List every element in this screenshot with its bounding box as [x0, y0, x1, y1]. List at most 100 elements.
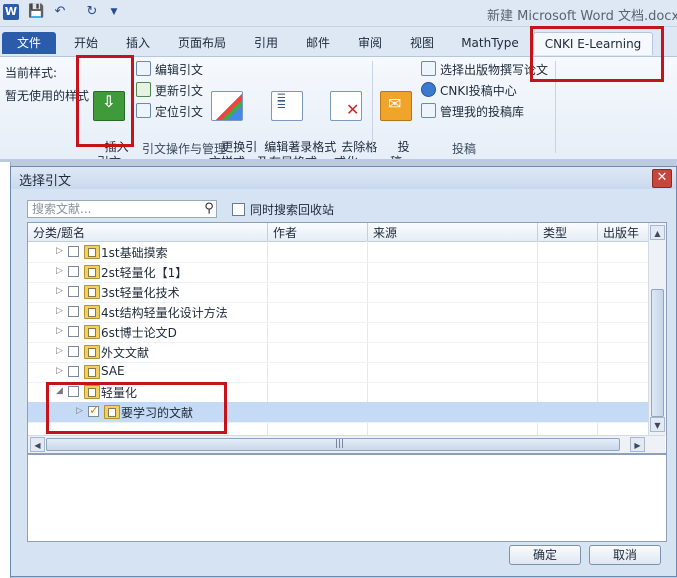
folder-icon: [84, 305, 100, 319]
folder-icon: [84, 365, 100, 379]
quick-access-customize-icon[interactable]: ▼: [106, 4, 122, 20]
expand-arrow-icon[interactable]: ▷: [56, 266, 64, 276]
manage-submissions-icon: [421, 103, 436, 118]
tab-view[interactable]: 视图: [402, 32, 442, 54]
search-recycle-bin-label: 同时搜索回收站: [250, 203, 335, 217]
scroll-left-arrow-icon[interactable]: ◀: [30, 437, 45, 452]
scroll-grip-icon: |||: [335, 439, 345, 449]
row-label: 外文文献: [101, 346, 150, 360]
tree-row[interactable]: ▷ 3st轻量化技术: [28, 282, 648, 303]
tab-mailings[interactable]: 邮件: [298, 32, 338, 54]
scroll-right-arrow-icon[interactable]: ▶: [630, 437, 645, 452]
edit-bibliography-format-icon: ☰ ☰: [271, 91, 303, 121]
column-header-title[interactable]: 分类/题名: [33, 224, 85, 241]
row-label: 3st轻量化技术: [101, 286, 180, 300]
cancel-button[interactable]: 取消: [589, 545, 661, 565]
tree-row[interactable]: ▷ 4st结构轻量化设计方法: [28, 302, 648, 323]
row-checkbox[interactable]: [68, 246, 79, 257]
tab-home[interactable]: 开始: [66, 32, 106, 54]
tree-row[interactable]: ▷ SAE: [28, 362, 648, 383]
locate-citation-label: 定位引文: [155, 105, 204, 119]
expand-arrow-icon[interactable]: ▷: [56, 366, 64, 376]
row-checkbox[interactable]: [68, 286, 79, 297]
tab-file[interactable]: 文件: [2, 32, 56, 54]
annotation-box-cnki-tab: [530, 26, 664, 82]
search-recycle-bin-checkbox[interactable]: [232, 203, 245, 216]
ribbon-group-separator: [372, 61, 373, 153]
select-journal-button[interactable]: 选择出版物撰写论文: [421, 61, 548, 79]
horizontal-scrollbar[interactable]: ◀ ||| ▶: [28, 435, 665, 453]
edit-citation-button[interactable]: 编辑引文: [136, 61, 203, 79]
row-label: 1st基础摸索: [101, 246, 168, 260]
row-label: 2st轻量化【1】: [101, 266, 188, 280]
manage-submissions-label: 管理我的投稿库: [440, 105, 525, 119]
tab-page-layout[interactable]: 页面布局: [170, 32, 234, 54]
expand-arrow-icon[interactable]: ▷: [56, 326, 64, 336]
column-divider: [267, 223, 268, 241]
tree-row[interactable]: ▷ 2st轻量化【1】: [28, 262, 648, 283]
scroll-up-arrow-icon[interactable]: ▲: [650, 225, 665, 240]
remove-formatting-icon: ✕: [330, 91, 362, 121]
expand-arrow-icon[interactable]: ▷: [56, 286, 64, 296]
search-icon[interactable]: ⚲: [201, 201, 217, 217]
tab-insert[interactable]: 插入: [118, 32, 158, 54]
manage-submissions-button[interactable]: 管理我的投稿库: [421, 103, 524, 121]
select-citation-dialog: 选择引文 ✕ ⚲ 同时搜索回收站 分类/题名 作者 来源 类型 出版年 ▷ 1st…: [10, 166, 677, 577]
citation-group-label: 引文操作与管理: [142, 142, 227, 156]
locate-citation-button[interactable]: 定位引文: [136, 103, 203, 121]
tree-row[interactable]: ▷ 外文文献: [28, 342, 648, 363]
row-checkbox[interactable]: [68, 326, 79, 337]
expand-arrow-icon[interactable]: ▷: [56, 246, 64, 256]
folder-icon: [84, 265, 100, 279]
search-input[interactable]: [27, 200, 217, 218]
tab-review[interactable]: 审阅: [350, 32, 390, 54]
table-header: 分类/题名 作者 来源 类型 出版年: [28, 223, 648, 242]
update-citation-icon: [136, 82, 151, 97]
row-checkbox[interactable]: [68, 366, 79, 377]
row-label: SAE: [101, 364, 125, 378]
document-title: 新建 Microsoft Word 文档.docx: [487, 9, 677, 24]
vertical-scroll-thumb[interactable]: [651, 289, 664, 417]
word-app-icon[interactable]: W: [3, 4, 19, 20]
folder-icon: [84, 285, 100, 299]
row-checkbox[interactable]: [68, 266, 79, 277]
tree-row[interactable]: ▷ 6st博士论文D: [28, 322, 648, 343]
column-divider: [537, 223, 538, 241]
column-header-year[interactable]: 出版年: [603, 224, 639, 241]
change-style-icon: [211, 91, 243, 121]
undo-icon[interactable]: ↶: [52, 4, 68, 20]
tab-mathtype[interactable]: MathType: [454, 32, 526, 54]
row-checkbox[interactable]: [68, 346, 79, 357]
folder-icon: [84, 245, 100, 259]
dialog-title: 选择引文: [19, 174, 72, 189]
tree-row[interactable]: ▷ 1st基础摸索: [28, 242, 648, 263]
edit-citation-label: 编辑引文: [155, 63, 204, 77]
horizontal-scroll-thumb[interactable]: |||: [46, 438, 620, 451]
column-header-author[interactable]: 作者: [273, 224, 297, 241]
row-label: 6st博士论文D: [101, 326, 177, 340]
folder-icon: [84, 325, 100, 339]
scroll-down-arrow-icon[interactable]: ▼: [650, 417, 665, 432]
locate-citation-icon: [136, 103, 151, 118]
annotation-box-selected-folder: [46, 382, 227, 434]
close-icon[interactable]: ✕: [652, 169, 672, 188]
annotation-box-insert-citation: [76, 55, 134, 147]
row-checkbox[interactable]: [68, 306, 79, 317]
envelope-icon: ✉: [380, 91, 412, 121]
save-icon[interactable]: 💾: [28, 4, 44, 20]
ok-button[interactable]: 确定: [509, 545, 581, 565]
vertical-scrollbar[interactable]: ▲ ▼: [648, 223, 666, 435]
cnki-submission-center-button[interactable]: CNKI投稿中心: [421, 82, 517, 100]
cnki-submission-center-label: CNKI投稿中心: [440, 84, 517, 98]
column-header-type[interactable]: 类型: [543, 224, 567, 241]
column-divider: [367, 223, 368, 241]
folder-icon: [84, 345, 100, 359]
dialog-title-bar[interactable]: 选择引文 ✕: [11, 167, 676, 189]
column-header-source[interactable]: 来源: [373, 224, 397, 241]
expand-arrow-icon[interactable]: ▷: [56, 346, 64, 356]
expand-arrow-icon[interactable]: ▷: [56, 306, 64, 316]
title-bar: W 💾 ↶ ↻ ▼ 新建 Microsoft Word 文档.docx: [0, 0, 677, 27]
tab-references[interactable]: 引用: [246, 32, 286, 54]
redo-icon[interactable]: ↻: [84, 4, 100, 20]
update-citation-button[interactable]: 更新引文: [136, 82, 203, 100]
